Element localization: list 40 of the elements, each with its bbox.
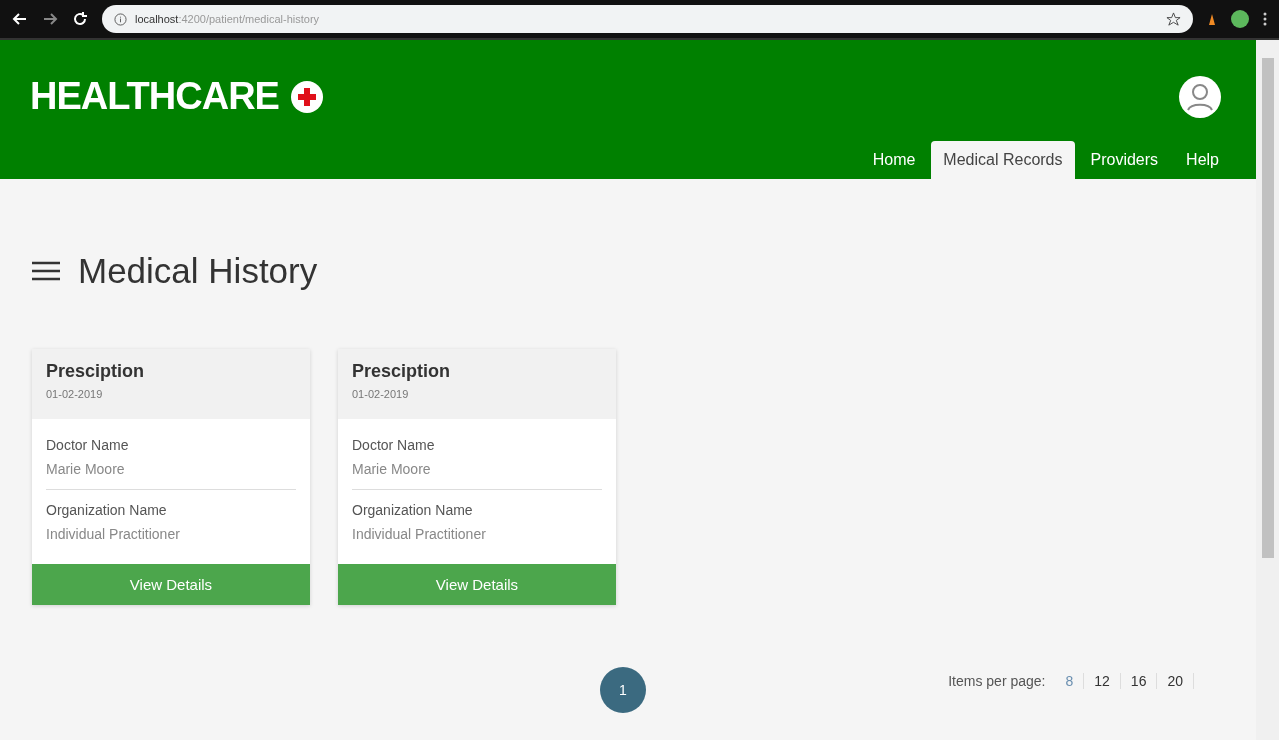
nav-tab[interactable]: Home (860, 141, 928, 179)
page-button[interactable]: 1 (600, 667, 646, 713)
view-details-button[interactable]: View Details (338, 564, 616, 605)
nav-tab[interactable]: Providers (1078, 141, 1171, 179)
address-bar[interactable]: localhost:4200/patient/medical-history (102, 5, 1193, 33)
card-title: Presciption (352, 361, 452, 382)
card-title: Presciption (46, 361, 146, 382)
field-label: Organization Name (46, 502, 168, 518)
more-menu-icon[interactable] (1263, 12, 1267, 26)
medical-cross-icon (290, 80, 323, 113)
scrollbar-thumb[interactable] (1261, 58, 1274, 558)
view-details-button[interactable]: View Details (32, 564, 310, 605)
back-icon[interactable] (12, 11, 28, 27)
field-label: Organization Name (352, 502, 474, 518)
info-icon (114, 12, 127, 26)
items-per-page-label: Items per page: (948, 673, 1046, 689)
menu-icon[interactable] (32, 260, 60, 282)
field-value: Individual Practitioner (352, 526, 487, 542)
page-title: Medical History (78, 251, 318, 291)
nav-tab[interactable]: Help (1174, 141, 1231, 179)
field-label: Doctor Name (46, 437, 130, 453)
reload-icon[interactable] (72, 11, 88, 27)
field-value: Marie Moore (46, 461, 126, 477)
bookmark-star-icon[interactable] (1166, 11, 1181, 27)
field-value: Marie Moore (352, 461, 432, 477)
page-size-option[interactable]: 20 (1157, 673, 1194, 689)
page-size-option[interactable]: 16 (1120, 673, 1158, 689)
app-logo: HEALTHCARE (30, 75, 279, 118)
nav-tab[interactable]: Medical Records (931, 141, 1075, 179)
scrollbar[interactable] (1256, 40, 1279, 740)
url-text: localhost:4200/patient/medical-history (135, 13, 321, 25)
card-date: 01-02-2019 (352, 388, 410, 400)
profile-avatar-icon[interactable] (1231, 10, 1249, 28)
field-label: Doctor Name (352, 437, 436, 453)
page-size-option[interactable]: 8 (1055, 673, 1085, 689)
field-value: Individual Practitioner (46, 526, 181, 542)
user-avatar-icon[interactable] (1179, 75, 1221, 118)
card-date: 01-02-2019 (46, 388, 104, 400)
page-size-option[interactable]: 12 (1084, 673, 1121, 689)
forward-icon[interactable] (42, 11, 58, 27)
